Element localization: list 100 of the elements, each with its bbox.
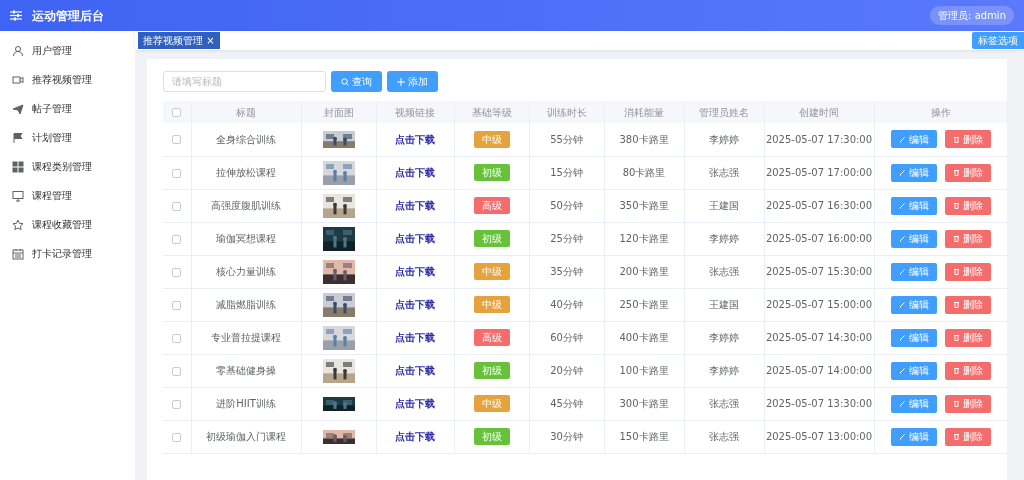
user-menu[interactable]: 管理员: admin xyxy=(930,6,1014,25)
delete-button[interactable]: 删除 xyxy=(944,427,991,446)
sidebar-item[interactable]: 计划管理 xyxy=(0,123,135,152)
table-cell: 15分钟 xyxy=(550,167,583,178)
sidebar-item[interactable]: 用户管理 xyxy=(0,36,135,65)
delete-button[interactable]: 删除 xyxy=(944,361,991,380)
download-link[interactable]: 点击下载 xyxy=(395,299,435,310)
table-cell: 120卡路里 xyxy=(619,233,669,244)
delete-button[interactable]: 删除 xyxy=(944,229,991,248)
level-tag: 中级 xyxy=(473,395,510,412)
sidebar-item[interactable]: 课程管理 xyxy=(0,181,135,210)
app-title: 运动管理后台 xyxy=(32,7,104,25)
level-tag: 初级 xyxy=(473,428,510,445)
delete-button[interactable]: 删除 xyxy=(944,130,991,149)
table-cell: 2025-05-07 14:00:00 xyxy=(765,365,873,376)
download-link[interactable]: 点击下载 xyxy=(395,332,435,343)
edit-button[interactable]: 编辑 xyxy=(890,361,937,380)
table-cell: 60分钟 xyxy=(550,332,583,343)
add-button[interactable]: 添加 xyxy=(387,71,438,92)
edit-button[interactable]: 编辑 xyxy=(890,196,937,215)
edit-button[interactable]: 编辑 xyxy=(890,130,937,149)
table-cell: 45分钟 xyxy=(550,398,583,409)
table-cell: 2025-05-07 16:00:00 xyxy=(765,233,873,244)
download-link[interactable]: 点击下载 xyxy=(395,266,435,277)
level-tag: 初级 xyxy=(473,164,510,181)
sidebar-item[interactable]: 推荐视频管理 xyxy=(0,65,135,94)
edit-button[interactable]: 编辑 xyxy=(890,328,937,347)
delete-button[interactable]: 删除 xyxy=(944,196,991,215)
table-cell: 350卡路里 xyxy=(619,200,669,211)
table-cell: 150卡路里 xyxy=(619,431,669,442)
table-cell: 王建国 xyxy=(709,299,739,310)
table-cell: 2025-05-07 16:30:00 xyxy=(765,200,873,211)
column-header: 标题 xyxy=(236,106,256,118)
search-button[interactable]: 查询 xyxy=(331,71,382,92)
delete-button[interactable]: 删除 xyxy=(944,394,991,413)
table-cell: 核心力量训练 xyxy=(216,266,276,277)
table-cell: 80卡路里 xyxy=(622,167,666,178)
table-cell: 50分钟 xyxy=(550,200,583,211)
table-cell: 400卡路里 xyxy=(619,332,669,343)
table-cell: 张志强 xyxy=(709,398,739,409)
table-cell: 瑜伽冥想课程 xyxy=(216,233,276,244)
table-cell: 2025-05-07 14:30:00 xyxy=(765,332,873,343)
table-cell: 25分钟 xyxy=(550,233,583,244)
close-icon[interactable]: × xyxy=(206,35,215,46)
table-cell: 100卡路里 xyxy=(619,365,669,376)
level-tag: 中级 xyxy=(473,296,510,313)
table-cell: 20分钟 xyxy=(550,365,583,376)
edit-button[interactable]: 编辑 xyxy=(890,229,937,248)
tab[interactable]: 推荐视频管理 × xyxy=(138,32,220,49)
column-header: 消耗能量 xyxy=(624,106,664,118)
table-cell: 全身综合训练 xyxy=(216,133,276,145)
download-link[interactable]: 点击下载 xyxy=(395,200,435,211)
tag-options-button[interactable]: 标签选项 xyxy=(972,32,1024,49)
table-cell: 高强度腹肌训练 xyxy=(211,200,281,211)
table-cell: 40分钟 xyxy=(550,299,583,310)
sidebar-item[interactable]: 课程收藏管理 xyxy=(0,210,135,239)
level-tag: 中级 xyxy=(473,263,510,280)
table-cell: 2025-05-07 15:00:00 xyxy=(765,299,873,310)
download-link[interactable]: 点击下载 xyxy=(395,167,435,178)
column-header: 训练时长 xyxy=(546,106,587,118)
table-cell: 2025-05-07 17:30:00 xyxy=(765,133,873,145)
delete-button[interactable]: 删除 xyxy=(944,163,991,182)
table-cell: 拉伸放松课程 xyxy=(216,167,276,178)
table-cell: 55分钟 xyxy=(550,133,583,145)
table-cell: 初级瑜伽入门课程 xyxy=(206,431,286,442)
edit-button[interactable]: 编辑 xyxy=(890,295,937,314)
sidebar-item[interactable]: 打卡记录管理 xyxy=(0,239,135,268)
sidebar-item[interactable]: 课程类别管理 xyxy=(0,152,135,181)
edit-button[interactable]: 编辑 xyxy=(890,427,937,446)
level-tag: 初级 xyxy=(473,362,510,379)
table-cell: 2025-05-07 13:30:00 xyxy=(765,398,873,409)
table-cell: 李婷婷 xyxy=(709,365,739,376)
delete-button[interactable]: 删除 xyxy=(944,295,991,314)
column-header: 视频链接 xyxy=(395,106,435,118)
table-cell: 李婷婷 xyxy=(709,332,739,343)
table-cell: 李婷婷 xyxy=(709,233,739,244)
table-cell: 零基础健身操 xyxy=(216,365,276,376)
download-link[interactable]: 点击下载 xyxy=(395,365,435,376)
table-cell: 2025-05-07 13:00:00 xyxy=(765,431,873,442)
download-link[interactable]: 点击下载 xyxy=(395,431,435,442)
edit-button[interactable]: 编辑 xyxy=(890,394,937,413)
download-link[interactable]: 点击下载 xyxy=(395,233,435,244)
table-cell: 王建国 xyxy=(709,200,739,211)
table-cell: 张志强 xyxy=(709,167,739,178)
column-header: 基础等级 xyxy=(471,106,512,118)
table-cell: 张志强 xyxy=(709,431,739,442)
download-link[interactable]: 点击下载 xyxy=(395,133,435,145)
download-link[interactable]: 点击下载 xyxy=(395,398,435,409)
delete-button[interactable]: 删除 xyxy=(944,262,991,281)
level-tag: 高级 xyxy=(473,329,510,346)
column-header: 操作 xyxy=(930,106,951,118)
table-cell: 200卡路里 xyxy=(619,266,669,277)
table-cell: 李婷婷 xyxy=(709,133,739,145)
edit-button[interactable]: 编辑 xyxy=(890,163,937,182)
table-cell: 380卡路里 xyxy=(619,133,669,145)
delete-button[interactable]: 删除 xyxy=(944,328,991,347)
table-cell: 进阶HIIT训练 xyxy=(216,398,276,409)
edit-button[interactable]: 编辑 xyxy=(890,262,937,281)
column-header: 管理员姓名 xyxy=(699,106,749,118)
sidebar-item[interactable]: 帖子管理 xyxy=(0,94,135,123)
